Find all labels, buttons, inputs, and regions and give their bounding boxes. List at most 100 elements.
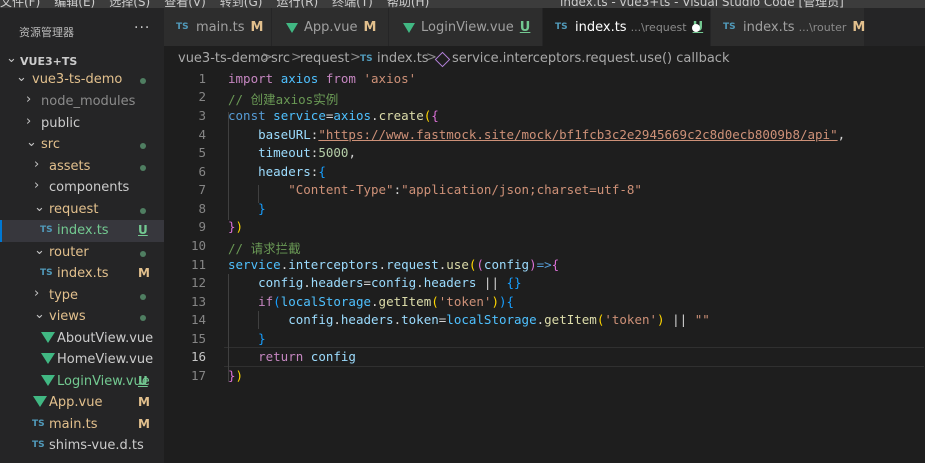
menu-go[interactable]: 转到(G): [220, 0, 263, 8]
line-number: 12: [190, 275, 206, 290]
untracked-badge: U: [519, 20, 531, 35]
menu-selection[interactable]: 选择(S): [109, 0, 150, 8]
modified-badge: M: [138, 417, 150, 431]
breadcrumb: vue3-ts-demo > src > request > TS index.…: [164, 46, 925, 68]
file-shims-vue-d-ts[interactable]: TS shims-vue.d.ts: [0, 435, 164, 457]
tab-main-ts[interactable]: TS main.ts M: [164, 8, 272, 46]
folder-views[interactable]: ⌄ views: [0, 306, 164, 328]
tab-app-vue[interactable]: App.vue M: [272, 8, 389, 46]
code-editor[interactable]: 1 2 3 4 5 6 7 8 9 10 11 12 13 14 15 16 1…: [164, 68, 925, 463]
line-number-current: 16: [190, 349, 206, 364]
menu-run[interactable]: 运行(R): [276, 0, 318, 8]
modified-badge: M: [250, 20, 264, 35]
indent-guide: [228, 274, 229, 382]
code-line-current[interactable]: return config: [228, 349, 356, 364]
file-loginview-vue[interactable]: LoginView.vue U: [0, 371, 164, 393]
folder-assets[interactable]: › assets: [0, 156, 164, 178]
untracked-badge: U: [138, 223, 148, 237]
line-number: 4: [198, 127, 206, 142]
vue-icon: [41, 375, 55, 386]
untracked-badge: U: [138, 374, 148, 388]
vue-icon: [403, 23, 415, 33]
folder-request[interactable]: ⌄ request: [0, 199, 164, 221]
modified-dot: [140, 78, 146, 84]
code-line[interactable]: baseURL:"https://www.fastmock.site/mock/…: [228, 127, 845, 142]
menu-items: 文件(F) 编辑(E) 选择(S) 查看(V) 转到(G) 运行(R) 终端(T) 帮助(H): [0, 0, 443, 8]
chevron-right-icon: ›: [26, 114, 32, 129]
line-number: 1: [198, 71, 206, 86]
typescript-icon: TS: [40, 268, 53, 278]
code-line[interactable]: // 请求拦截: [228, 238, 301, 257]
typescript-icon: TS: [32, 440, 45, 450]
file-router-index-ts[interactable]: TS index.ts M: [0, 263, 164, 285]
modified-badge: M: [363, 20, 377, 35]
folder-router[interactable]: ⌄ router: [0, 242, 164, 264]
tab-request-index-ts[interactable]: TS index.ts...\requestU: [543, 8, 711, 46]
line-number: 14: [190, 312, 206, 327]
modified-dot: [140, 294, 146, 300]
code-line[interactable]: }): [228, 219, 243, 234]
breadcrumb-src[interactable]: src: [271, 51, 290, 66]
line-number: 5: [198, 145, 206, 160]
tab-router-index-ts[interactable]: TS index.ts ...\router M: [711, 8, 865, 46]
folder-src[interactable]: ⌄ src: [0, 134, 164, 156]
line-number: 10: [190, 238, 206, 253]
line-number: 2: [198, 89, 206, 104]
file-main-ts[interactable]: TS main.ts M: [0, 414, 164, 436]
vue-icon: [286, 23, 298, 33]
chevron-right-icon: ›: [26, 92, 32, 107]
chevron-down-icon: ⌄: [6, 51, 17, 66]
breadcrumb-request[interactable]: request: [300, 51, 349, 66]
code-line[interactable]: config.headers=config.headers || {}: [228, 275, 521, 290]
code-line[interactable]: config.headers.token=localStorage.getIte…: [228, 312, 710, 327]
chevron-down-icon: ⌄: [34, 307, 45, 322]
folder-public[interactable]: › public: [0, 113, 164, 135]
modified-dot: [140, 208, 146, 214]
menu-edit[interactable]: 编辑(E): [54, 0, 95, 8]
line-number: 9: [198, 219, 206, 234]
modified-dot: [140, 143, 146, 149]
menu-file[interactable]: 文件(F): [0, 0, 40, 8]
file-aboutview-vue[interactable]: AboutView.vue: [0, 328, 164, 350]
modified-badge: M: [852, 20, 866, 35]
code-line[interactable]: "Content-Type":"application/json;charset…: [228, 182, 642, 197]
file-request-index-ts[interactable]: TS index.ts U: [0, 220, 164, 242]
code-line[interactable]: if(localStorage.getItem('token')){: [228, 294, 514, 309]
code-line[interactable]: headers:{: [228, 164, 326, 179]
symbol-method-icon: [434, 51, 451, 68]
chevron-right-icon: ›: [34, 178, 40, 193]
chevron-down-icon: ⌄: [26, 135, 37, 150]
breadcrumb-symbol[interactable]: service.interceptors.request.use() callb…: [452, 51, 729, 66]
code-line[interactable]: import axios from 'axios': [228, 71, 416, 86]
folder-type[interactable]: › type: [0, 285, 164, 307]
code-line[interactable]: }): [228, 368, 243, 383]
editor-tab-bar: TS main.ts M App.vue M LoginView.vue U TS i…: [164, 8, 925, 46]
folder-vue3-ts-demo[interactable]: ⌄ vue3-ts-demo: [0, 69, 164, 91]
vue-icon: [33, 396, 47, 407]
breadcrumb-project[interactable]: vue3-ts-demo: [178, 51, 268, 66]
tab-loginview-vue[interactable]: LoginView.vue U: [389, 8, 543, 46]
breadcrumb-file[interactable]: index.ts: [377, 51, 429, 66]
vue-icon: [41, 332, 55, 343]
code-line[interactable]: service.interceptors.request.use((config…: [228, 257, 559, 272]
folder-components[interactable]: › components: [0, 177, 164, 199]
typescript-icon: TS: [32, 419, 45, 429]
file-homeview-vue[interactable]: HomeView.vue: [0, 349, 164, 371]
more-actions-icon[interactable]: ···: [134, 20, 150, 36]
file-app-vue[interactable]: App.vue M: [0, 392, 164, 414]
code-line[interactable]: timeout:5000,: [228, 145, 356, 160]
unsaved-dot-icon[interactable]: [692, 24, 700, 32]
chevron-right-icon: ›: [34, 157, 40, 172]
line-number: 15: [190, 331, 206, 346]
menu-view[interactable]: 查看(V): [164, 0, 206, 8]
code-line[interactable]: }: [228, 201, 266, 216]
menu-terminal[interactable]: 终端(T): [332, 0, 373, 8]
typescript-icon: TS: [40, 225, 53, 235]
folder-node-modules[interactable]: › node_modules: [0, 91, 164, 113]
code-line[interactable]: const service=axios.create({: [228, 108, 439, 123]
code-line[interactable]: }: [228, 331, 266, 346]
line-number: 13: [190, 294, 206, 309]
code-line[interactable]: // 创建axios实例: [228, 89, 338, 108]
menu-help[interactable]: 帮助(H): [387, 0, 429, 8]
line-number: 17: [190, 368, 206, 383]
